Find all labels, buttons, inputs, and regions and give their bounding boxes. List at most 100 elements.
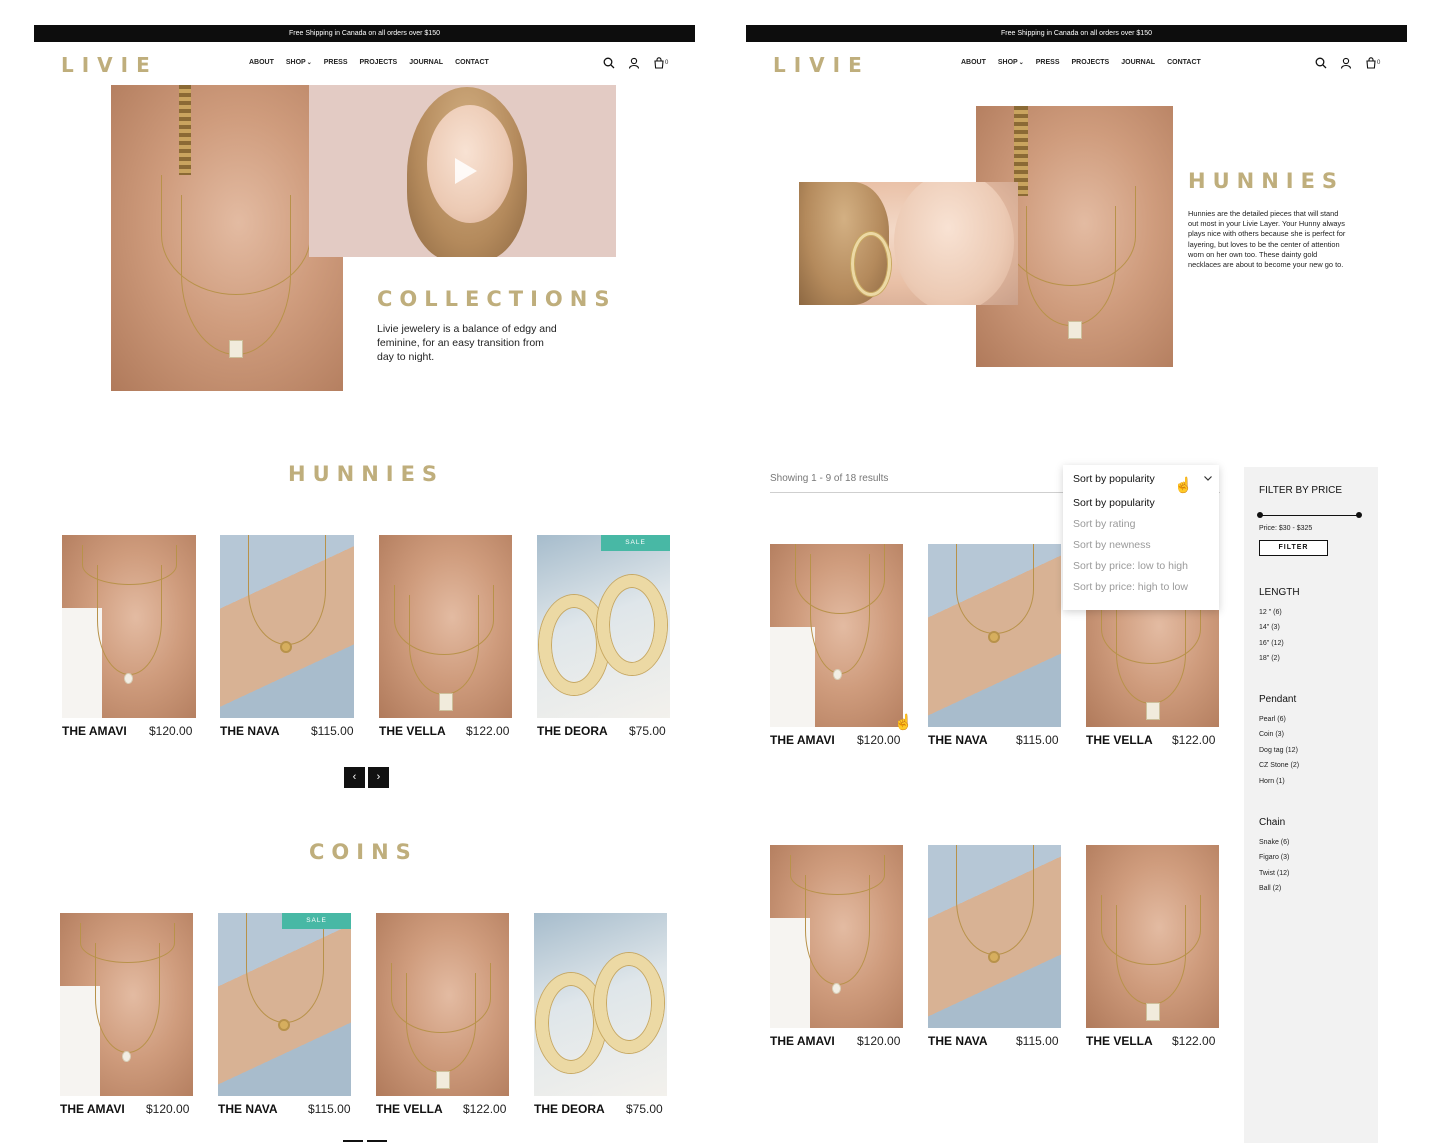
product-image[interactable]	[770, 845, 903, 1028]
nav-contact[interactable]: CONTACT	[1167, 59, 1201, 66]
product-name[interactable]: THE AMAVI	[60, 1102, 125, 1116]
product-image[interactable]	[60, 913, 193, 1096]
product-name[interactable]: THE AMAVI	[770, 733, 835, 747]
sale-badge: SALE	[282, 913, 351, 929]
filter-sidebar: FILTER BY PRICE Price: $30 - $325 FILTER…	[1244, 467, 1378, 1143]
nav-projects[interactable]: PROJECTS	[1072, 59, 1110, 66]
product-image[interactable]	[534, 913, 667, 1096]
product-price: $120.00	[149, 724, 193, 738]
product-name[interactable]: THE NAVA	[218, 1102, 278, 1116]
logo[interactable]: LIVIE	[61, 53, 158, 77]
sort-option[interactable]: Sort by rating	[1073, 518, 1135, 530]
product-image[interactable]	[928, 845, 1061, 1028]
nav-about[interactable]: ABOUT	[249, 59, 274, 66]
product-price: $115.00	[1016, 1034, 1059, 1048]
product-image[interactable]	[928, 544, 1061, 727]
carousel-dot[interactable]	[343, 1140, 363, 1142]
nav-shop[interactable]: SHOP⌄	[998, 59, 1024, 66]
chain-option[interactable]: Twist (12)	[1259, 870, 1289, 877]
search-icon[interactable]	[603, 57, 615, 69]
section-title-coins: COINS	[309, 840, 418, 864]
sort-option[interactable]: Sort by price: low to high	[1073, 560, 1188, 572]
nav-journal[interactable]: JOURNAL	[1121, 59, 1155, 66]
sort-option[interactable]: Sort by popularity	[1073, 497, 1155, 509]
price-slider[interactable]	[1260, 515, 1359, 516]
product-name[interactable]: THE VELLA	[1086, 733, 1153, 747]
cart-icon[interactable]	[1365, 57, 1377, 69]
carousel-next-button[interactable]: ›	[368, 767, 389, 788]
user-icon[interactable]	[1340, 57, 1352, 69]
sort-dropdown[interactable]: Sort by popularity Sort by popularity So…	[1063, 465, 1219, 610]
product-image[interactable]	[770, 544, 903, 727]
product-price: $75.00	[629, 724, 666, 738]
hero-earring-photo	[799, 182, 1018, 305]
sort-option[interactable]: Sort by newness	[1073, 539, 1151, 551]
length-option[interactable]: 14" (3)	[1259, 624, 1280, 631]
product-name[interactable]: THE DEORA	[534, 1102, 605, 1116]
nav-press[interactable]: PRESS	[324, 59, 348, 66]
product-price: $120.00	[146, 1102, 190, 1116]
pendant-option[interactable]: Pearl (6)	[1259, 716, 1286, 723]
chain-option[interactable]: Snake (6)	[1259, 839, 1289, 846]
product-price: $75.00	[626, 1102, 663, 1116]
product-image[interactable]	[376, 913, 509, 1096]
product-price: $120.00	[857, 733, 901, 747]
product-name[interactable]: THE NAVA	[220, 724, 280, 738]
length-option[interactable]: 16" (12)	[1259, 640, 1284, 647]
price-slider-min-handle[interactable]	[1257, 512, 1263, 518]
hero-video-thumbnail[interactable]	[309, 85, 616, 257]
hunnies-shop-page: Free Shipping in Canada on all orders ov…	[746, 25, 1407, 1143]
pendant-option[interactable]: CZ Stone (2)	[1259, 762, 1299, 769]
chain-option[interactable]: Ball (2)	[1259, 885, 1281, 892]
nav-press[interactable]: PRESS	[1036, 59, 1060, 66]
carousel-dot[interactable]	[367, 1140, 387, 1142]
product-image[interactable]: SALE	[218, 913, 351, 1096]
carousel-prev-button[interactable]: ‹	[344, 767, 365, 788]
chevron-down-icon: ⌄	[306, 60, 312, 66]
product-name[interactable]: THE DEORA	[537, 724, 608, 738]
product-image[interactable]	[220, 535, 354, 718]
main-nav: ABOUT SHOP⌄ PRESS PROJECTS JOURNAL CONTA…	[249, 59, 489, 66]
chain-title: Chain	[1259, 817, 1286, 828]
logo[interactable]: LIVIE	[773, 53, 870, 77]
product-price: $122.00	[463, 1102, 507, 1116]
length-option[interactable]: 18" (2)	[1259, 655, 1280, 662]
pendant-option[interactable]: Horn (1)	[1259, 778, 1285, 785]
nav-contact[interactable]: CONTACT	[455, 59, 489, 66]
product-name[interactable]: THE VELLA	[376, 1102, 443, 1116]
sort-selected[interactable]: Sort by popularity	[1073, 473, 1155, 485]
cart-icon[interactable]	[653, 57, 665, 69]
product-name[interactable]: THE VELLA	[379, 724, 446, 738]
main-nav: ABOUT SHOP⌄ PRESS PROJECTS JOURNAL CONTA…	[961, 59, 1201, 66]
pendant-option[interactable]: Dog tag (12)	[1259, 747, 1298, 754]
product-image[interactable]	[1086, 845, 1219, 1028]
hero-title: HUNNIES	[1188, 169, 1345, 193]
nav-projects[interactable]: PROJECTS	[360, 59, 398, 66]
nav-about[interactable]: ABOUT	[961, 59, 986, 66]
product-image[interactable]	[62, 535, 196, 718]
search-icon[interactable]	[1315, 57, 1327, 69]
product-name[interactable]: THE AMAVI	[62, 724, 127, 738]
product-price: $115.00	[311, 724, 354, 738]
sort-option[interactable]: Sort by price: high to low	[1073, 581, 1188, 593]
product-image[interactable]	[379, 535, 512, 718]
product-name[interactable]: THE VELLA	[1086, 1034, 1153, 1048]
chevron-down-icon[interactable]	[1203, 473, 1213, 483]
length-option[interactable]: 12 " (6)	[1259, 609, 1282, 616]
nav-shop[interactable]: SHOP⌄	[286, 59, 312, 66]
product-price: $115.00	[1016, 733, 1059, 747]
product-name[interactable]: THE AMAVI	[770, 1034, 835, 1048]
nav-journal[interactable]: JOURNAL	[409, 59, 443, 66]
pendant-option[interactable]: Coin (3)	[1259, 731, 1284, 738]
product-image[interactable]: SALE	[537, 535, 670, 718]
hero-description: Livie jewelery is a balance of edgy and …	[377, 323, 557, 363]
chevron-down-icon: ⌄	[1018, 60, 1024, 66]
user-icon[interactable]	[628, 57, 640, 69]
product-name[interactable]: THE NAVA	[928, 733, 988, 747]
filter-button[interactable]: FILTER	[1259, 540, 1328, 556]
product-price: $122.00	[1172, 733, 1216, 747]
price-slider-max-handle[interactable]	[1356, 512, 1362, 518]
product-name[interactable]: THE NAVA	[928, 1034, 988, 1048]
play-icon[interactable]	[455, 158, 477, 184]
chain-option[interactable]: Figaro (3)	[1259, 854, 1289, 861]
